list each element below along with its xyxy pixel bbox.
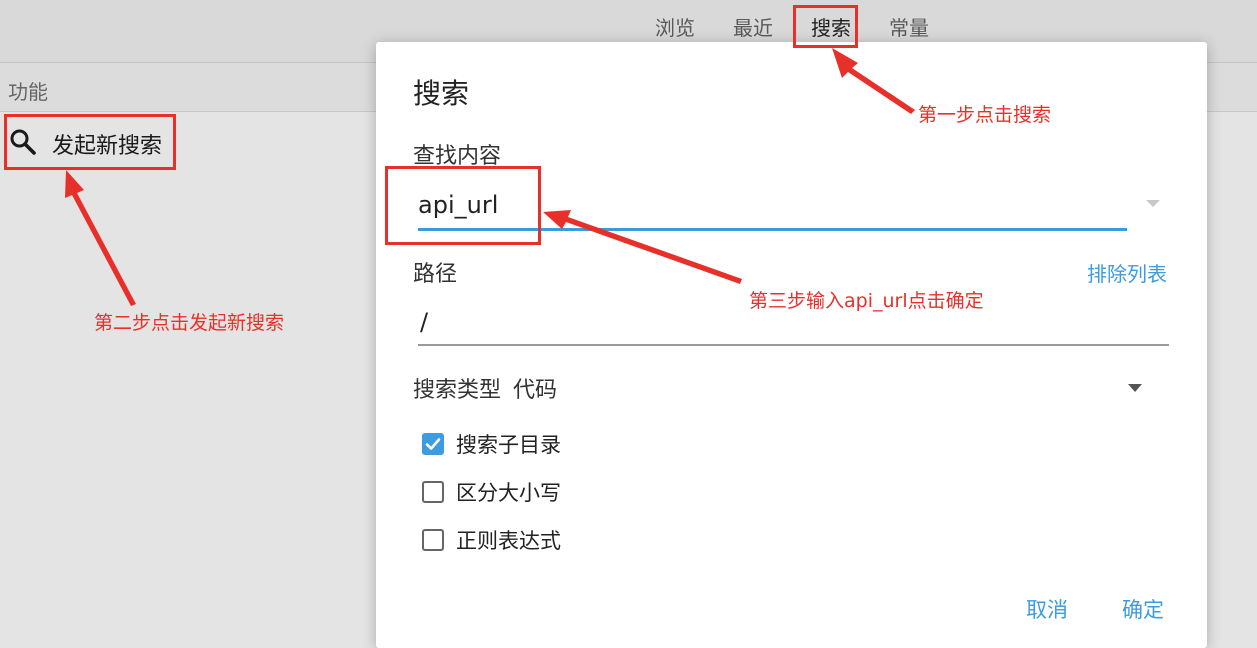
checkbox-label: 正则表达式 [456,529,561,553]
tab-browse[interactable]: 浏览 [655,12,695,41]
checkbox-row-case[interactable]: 区分大小写 [422,477,561,507]
annotation-step1: 第一步点击搜索 [918,104,1052,126]
search-dialog: 搜索 查找内容 路径 排除列表 搜索类型代码 搜索子目录 区分大小写 正则表达式… [376,42,1207,648]
sidebar-header-label: 功能 [8,80,48,104]
annotation-box-search-tab [793,5,858,48]
cancel-button[interactable]: 取消 [1020,590,1074,628]
checkbox-label: 搜索子目录 [456,433,561,457]
exclude-list-link[interactable]: 排除列表 [1087,258,1167,287]
search-type-select[interactable]: 搜索类型 代码 [413,372,557,404]
tab-recent[interactable]: 最近 [733,12,773,41]
annotation-box-new-search [4,114,176,170]
annotation-box-find-input [385,166,541,245]
checkbox-regex[interactable] [422,529,444,551]
checkbox-case[interactable] [422,481,444,503]
annotation-step3: 第三步输入api_url点击确定 [749,290,984,312]
chevron-down-icon[interactable] [1128,384,1142,392]
checkbox-row-subdirs[interactable]: 搜索子目录 [422,429,561,459]
tab-constants[interactable]: 常量 [889,12,929,41]
search-type-value: 代码 [513,378,558,403]
annotation-step2: 第二步点击发起新搜索 [94,312,285,334]
checkbox-row-regex[interactable]: 正则表达式 [422,525,561,555]
check-icon [425,438,441,450]
checkbox-subdirs[interactable] [422,433,444,455]
search-type-label: 搜索类型 [413,378,502,403]
checkbox-label: 区分大小写 [456,481,561,505]
dialog-title: 搜索 [413,77,470,110]
path-label: 路径 [413,262,458,287]
find-history-dropdown-icon[interactable] [1146,200,1160,207]
ok-button[interactable]: 确定 [1116,590,1170,628]
